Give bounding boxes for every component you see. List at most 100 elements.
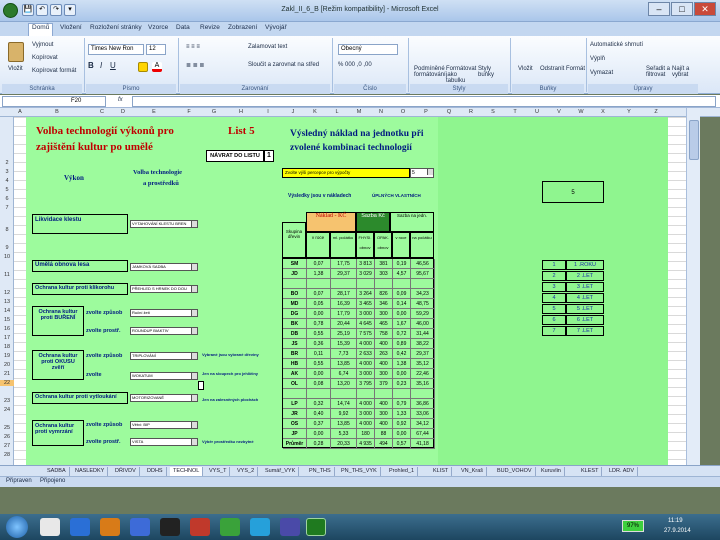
row-header[interactable]: 21 xyxy=(0,371,14,377)
row-header[interactable]: 13 xyxy=(0,299,14,305)
font-size-select[interactable]: 12 xyxy=(146,44,166,55)
sheet-tab[interactable]: KLEST xyxy=(578,467,603,476)
row-header[interactable]: 28 xyxy=(0,452,14,458)
okus-select-1[interactable]: TRIPLOVÁNÍ xyxy=(130,352,198,360)
media-icon[interactable] xyxy=(100,518,120,536)
vytloukani-select[interactable]: MOTORIZOVANĚ xyxy=(130,394,198,402)
col-header[interactable]: T xyxy=(504,108,526,117)
sheet-tab[interactable]: Kuruvlin xyxy=(538,467,565,476)
paste-icon[interactable] xyxy=(8,42,24,62)
utorrent-icon[interactable] xyxy=(220,518,240,536)
ie-icon[interactable] xyxy=(70,518,90,536)
row-header[interactable]: 16 xyxy=(0,326,14,332)
acrobat-icon[interactable] xyxy=(190,518,210,536)
format-cells-button[interactable]: Formát xyxy=(566,66,585,72)
col-header[interactable]: L xyxy=(326,108,348,117)
sort-filter-button[interactable]: Seřadit a filtrovat xyxy=(646,66,674,78)
col-header[interactable]: C xyxy=(88,108,116,117)
start-button-icon[interactable] xyxy=(6,516,28,538)
tab-home[interactable]: Domů xyxy=(28,23,54,36)
col-header[interactable]: F xyxy=(178,108,200,117)
sheet-tab[interactable]: VN_Kraš xyxy=(458,467,488,476)
qat-more-icon[interactable]: ▾ xyxy=(64,4,76,16)
sheet-tab[interactable]: SADBA xyxy=(44,467,70,476)
cell-styles-button[interactable]: Styly buňky xyxy=(478,66,504,78)
save-icon[interactable]: 💾 xyxy=(22,4,34,16)
number-format-icons[interactable]: % 000 ,0 ,00 xyxy=(338,62,372,68)
row-header[interactable]: 27 xyxy=(0,443,14,449)
insert-cells-button[interactable]: Vložit xyxy=(518,66,533,72)
col-header[interactable]: B xyxy=(26,108,88,117)
obnova-select[interactable]: JAMKOVÁ SADBA xyxy=(130,263,198,271)
row-header[interactable]: 7 xyxy=(0,205,14,211)
autosum-button[interactable]: Automatické shrnutí xyxy=(590,42,643,48)
col-header[interactable]: H xyxy=(228,108,254,117)
row-header[interactable]: 8 xyxy=(0,227,14,233)
fill-button[interactable]: Výplň xyxy=(590,56,605,62)
row-header[interactable]: 11 xyxy=(0,272,14,278)
minimize-button[interactable]: – xyxy=(648,2,670,16)
col-header[interactable]: K xyxy=(304,108,326,117)
row-header[interactable]: 12 xyxy=(0,290,14,296)
back-to-list-button[interactable]: NÁVRAT DO LISTU xyxy=(206,150,264,162)
row-header[interactable]: 25 xyxy=(0,425,14,431)
vertical-scrollbar[interactable] xyxy=(686,108,700,465)
row-header[interactable]: 5 xyxy=(0,187,14,193)
col-header[interactable]: J xyxy=(282,108,304,117)
font-color-icon[interactable]: A xyxy=(152,62,162,72)
col-header[interactable]: D xyxy=(116,108,130,117)
align-left-icon[interactable]: ≣ ≣ ≣ xyxy=(186,62,204,69)
fill-color-icon[interactable] xyxy=(138,62,148,72)
app2-icon[interactable] xyxy=(280,518,300,536)
row-header[interactable]: 10 xyxy=(0,254,14,260)
scroll-thumb[interactable] xyxy=(689,120,699,160)
clear-button[interactable]: Vymazat xyxy=(590,70,613,76)
format-table-button[interactable]: Formátovat jako tabulku xyxy=(446,66,476,84)
row-header[interactable]: 23 xyxy=(0,398,14,404)
sheet-tab[interactable]: NASLEDKY xyxy=(72,467,109,476)
vymrzani-select-1[interactable]: Větví: BIP xyxy=(130,421,198,429)
col-header[interactable]: E xyxy=(130,108,178,117)
col-header[interactable]: O xyxy=(392,108,414,117)
row-header[interactable]: 18 xyxy=(0,344,14,350)
tab-view[interactable]: Zobrazení xyxy=(228,24,257,31)
tab-developer[interactable]: Vývojář xyxy=(265,24,287,31)
excel-logo-icon[interactable] xyxy=(3,3,18,18)
okus-select-2[interactable]: WOKATUM xyxy=(130,372,198,380)
sheet-tab[interactable]: Sumář_VYK xyxy=(262,467,300,476)
col-header[interactable]: G xyxy=(200,108,228,117)
active-cell[interactable] xyxy=(198,381,204,390)
find-select-button[interactable]: Najít a vybrat xyxy=(672,66,696,78)
app-icon[interactable] xyxy=(160,518,180,536)
row-header[interactable]: 6 xyxy=(0,196,14,202)
sheet-tab[interactable]: Prohled_1 xyxy=(386,467,419,476)
row-header[interactable]: 20 xyxy=(0,362,14,368)
row-header[interactable]: 4 xyxy=(0,178,14,184)
tab-page-layout[interactable]: Rozložení stránky xyxy=(90,24,142,31)
tab-insert[interactable]: Vložení xyxy=(60,24,82,31)
underline-button[interactable]: U xyxy=(110,61,116,70)
sheet-tab[interactable]: PN_THS_VYK xyxy=(338,467,381,476)
sheet-tab[interactable]: PN_THS xyxy=(306,467,335,476)
number-format-select[interactable]: Obecný xyxy=(338,44,398,55)
row-header[interactable]: 9 xyxy=(0,245,14,251)
battery-indicator[interactable]: 97% xyxy=(622,520,644,532)
tab-formulas[interactable]: Vzorce xyxy=(148,24,168,31)
col-header[interactable]: X xyxy=(592,108,614,117)
tab-data[interactable]: Data xyxy=(176,24,190,31)
fx-icon[interactable]: fx xyxy=(118,97,123,103)
col-header[interactable]: Y xyxy=(614,108,644,117)
col-header[interactable]: S xyxy=(482,108,504,117)
klikoroh-select[interactable]: PŘEHLED S HRNEK DO DOU xyxy=(130,285,198,293)
row-header[interactable]: 15 xyxy=(0,317,14,323)
col-header[interactable]: M xyxy=(348,108,370,117)
skype-icon[interactable] xyxy=(250,518,270,536)
row-header-selected[interactable]: 22 xyxy=(0,380,14,386)
bureni-select-2[interactable]: ROUNDUP BIAKTIV xyxy=(130,327,198,335)
delete-cells-button[interactable]: Odstranit xyxy=(540,66,564,72)
row-header[interactable]: 3 xyxy=(0,169,14,175)
word-icon[interactable] xyxy=(130,518,150,536)
col-header[interactable]: I xyxy=(254,108,282,117)
wrap-text-button[interactable]: Zalamovat text xyxy=(248,44,287,50)
sheet-tab[interactable]: DDHS xyxy=(144,467,167,476)
